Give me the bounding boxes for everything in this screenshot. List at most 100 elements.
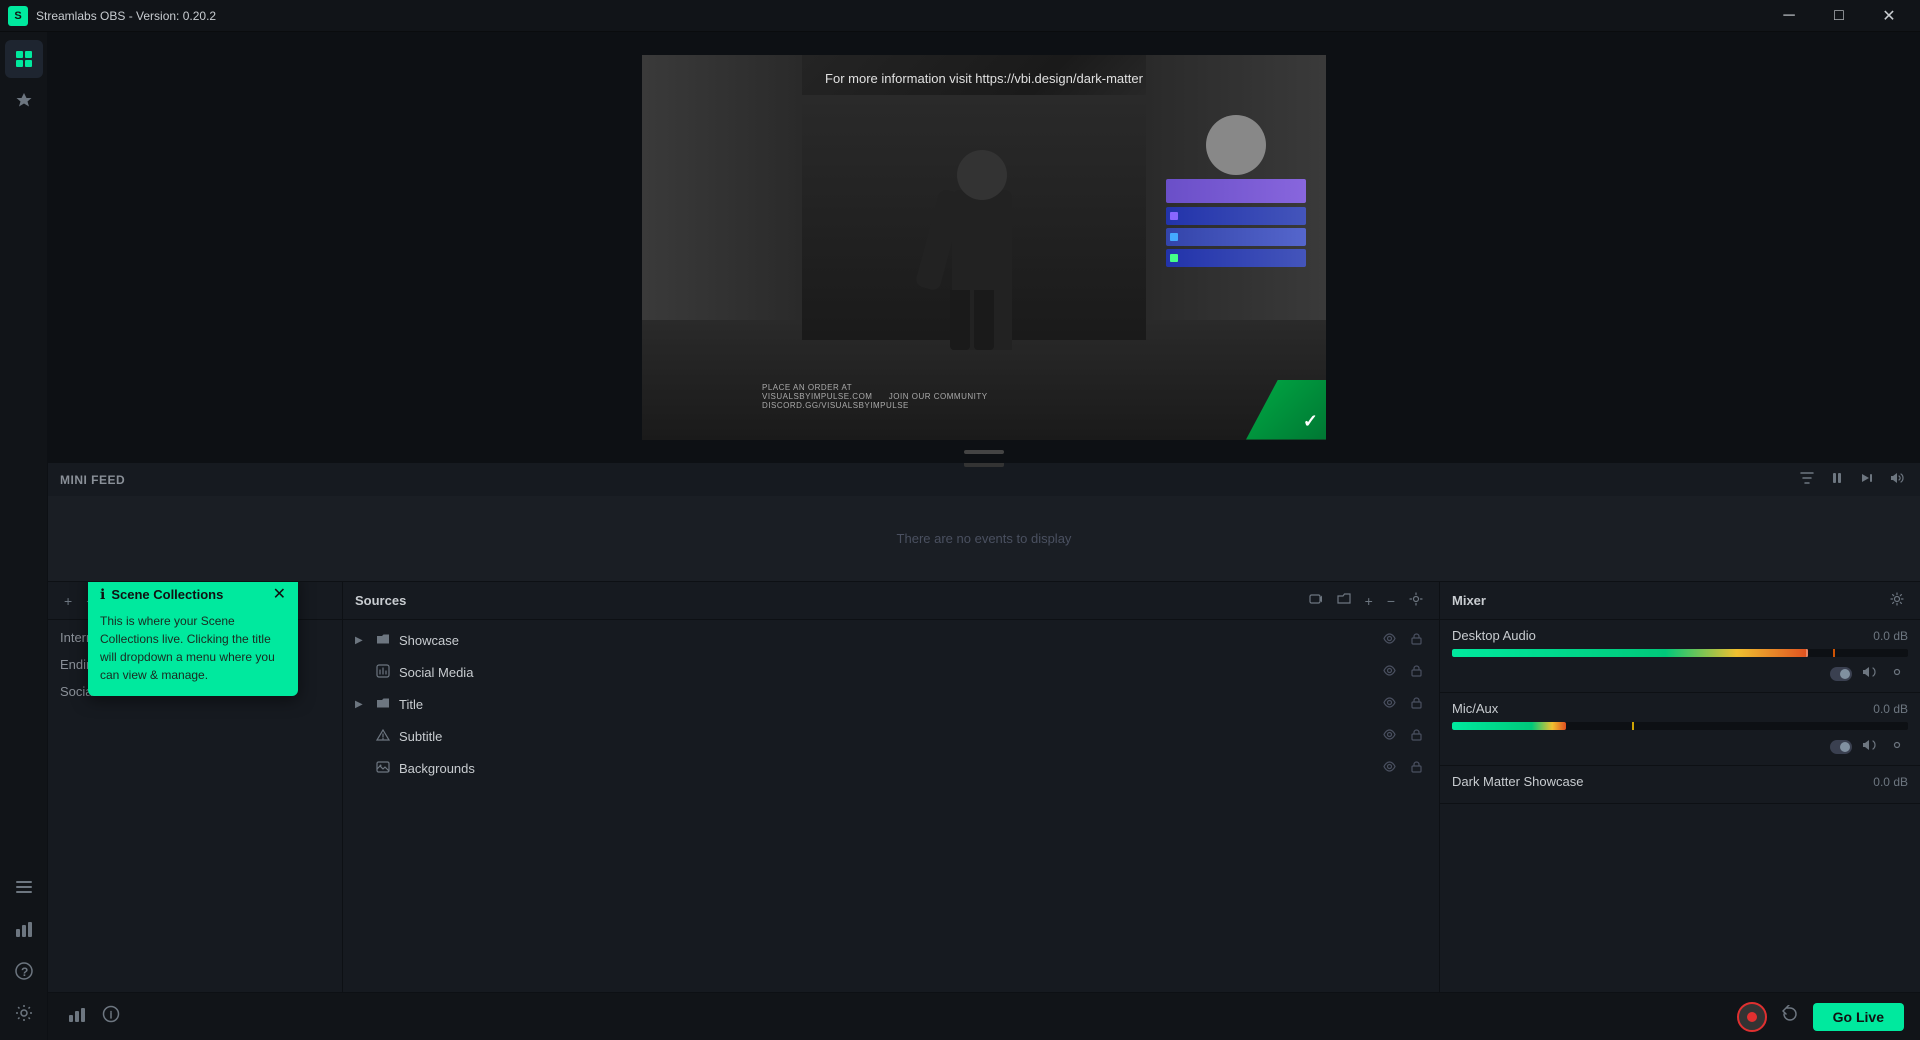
mixer-panel-header: Mixer bbox=[1440, 582, 1920, 620]
source-visibility-button[interactable] bbox=[1379, 758, 1400, 778]
mixer-item-header: Mic/Aux 0.0 dB bbox=[1452, 701, 1908, 716]
preview-background: For more information visit https://vbi.d… bbox=[642, 55, 1326, 440]
sidebar-item-scenes[interactable] bbox=[5, 868, 43, 906]
source-folder-icon bbox=[375, 697, 391, 712]
record-indicator bbox=[1747, 1012, 1757, 1022]
mixer-channel-name: Desktop Audio bbox=[1452, 628, 1536, 643]
source-actions bbox=[1379, 694, 1427, 714]
mixer-toggle[interactable] bbox=[1830, 667, 1852, 681]
source-alert-icon bbox=[375, 728, 391, 745]
sidebar-item-help[interactable]: ? bbox=[5, 952, 43, 990]
mini-feed-pause-button[interactable] bbox=[1826, 469, 1848, 490]
preview-area: For more information visit https://vbi.d… bbox=[48, 32, 1920, 462]
mixer-bar-container bbox=[1452, 722, 1908, 730]
mixer-panel: Mixer Desktop Audio 0.0 dB bbox=[1440, 582, 1920, 1040]
mixer-item-header: Desktop Audio 0.0 dB bbox=[1452, 628, 1908, 643]
tooltip-close-button[interactable]: ✕ bbox=[273, 584, 286, 604]
mixer-settings-channel-button[interactable] bbox=[1886, 663, 1908, 684]
stats-chart-button[interactable] bbox=[64, 1001, 90, 1032]
bottom-section: Mini Feed bbox=[48, 462, 1920, 1040]
sidebar-item-settings[interactable] bbox=[5, 994, 43, 1032]
sidebar-item-themes[interactable] bbox=[5, 82, 43, 120]
mixer-mute-button[interactable] bbox=[1858, 736, 1880, 757]
mixer-channel-desktop-audio: Desktop Audio 0.0 dB bbox=[1440, 620, 1920, 693]
mini-feed-skip-button[interactable] bbox=[1856, 469, 1878, 490]
source-folder-icon bbox=[375, 633, 391, 648]
mixer-controls bbox=[1452, 663, 1908, 684]
source-lock-button[interactable] bbox=[1406, 694, 1427, 714]
mixer-bar-fill bbox=[1452, 722, 1566, 730]
tooltip-title: Scene Collections bbox=[111, 587, 223, 602]
source-item-subtitle[interactable]: Subtitle bbox=[343, 720, 1439, 752]
overlay-stat-bar-2 bbox=[1166, 228, 1306, 246]
info-icon: ℹ bbox=[100, 586, 105, 603]
preview-info-text: For more information visit https://vbi.d… bbox=[642, 71, 1326, 86]
source-lock-button[interactable] bbox=[1406, 726, 1427, 746]
undo-button[interactable] bbox=[1777, 1001, 1803, 1032]
sidebar-item-home[interactable] bbox=[5, 40, 43, 78]
close-button[interactable]: ✕ bbox=[1866, 0, 1912, 32]
sidebar-item-stats[interactable] bbox=[5, 910, 43, 948]
mixer-item-header: Dark Matter Showcase 0.0 dB bbox=[1452, 774, 1908, 789]
mini-feed-title: Mini Feed bbox=[60, 473, 125, 487]
source-name: Subtitle bbox=[399, 729, 1371, 744]
source-visibility-button[interactable] bbox=[1379, 630, 1400, 650]
mini-feed-drag-handle[interactable] bbox=[964, 463, 1004, 467]
source-lock-button[interactable] bbox=[1406, 662, 1427, 682]
add-source-button[interactable]: + bbox=[1361, 590, 1377, 611]
mixer-channel-name: Dark Matter Showcase bbox=[1452, 774, 1584, 789]
source-name: Showcase bbox=[399, 633, 1371, 648]
sources-camera-button[interactable] bbox=[1305, 590, 1327, 611]
sources-list: ▶ Showcase bbox=[343, 620, 1439, 788]
go-live-button[interactable]: Go Live bbox=[1813, 1003, 1904, 1031]
titlebar: S Streamlabs OBS - Version: 0.20.2 ─ □ ✕ bbox=[0, 0, 1920, 32]
source-visibility-button[interactable] bbox=[1379, 662, 1400, 682]
info-button[interactable] bbox=[98, 1001, 124, 1032]
add-scene-button[interactable]: + bbox=[60, 590, 76, 611]
mini-feed-volume-button[interactable] bbox=[1886, 469, 1908, 490]
source-actions bbox=[1379, 726, 1427, 746]
tooltip-header: ℹ Scene Collections ✕ bbox=[100, 584, 286, 604]
sources-panel-title: Sources bbox=[355, 593, 406, 608]
source-visibility-button[interactable] bbox=[1379, 726, 1400, 746]
maximize-button[interactable]: □ bbox=[1816, 0, 1862, 32]
preview-canvas: For more information visit https://vbi.d… bbox=[642, 55, 1326, 440]
svg-text:?: ? bbox=[21, 965, 28, 979]
scenes-panel: ℹ Scene Collections ✕ This is where your… bbox=[48, 582, 343, 1040]
mini-feed-section: Mini Feed bbox=[48, 462, 1920, 582]
source-item-social-media[interactable]: Social Media bbox=[343, 656, 1439, 688]
source-expand-icon: ▶ bbox=[355, 635, 367, 646]
bottom-bar: Go Live bbox=[48, 992, 1920, 1040]
mini-feed-filter-button[interactable] bbox=[1796, 469, 1818, 490]
source-item-backgrounds[interactable]: Backgrounds bbox=[343, 752, 1439, 784]
mixer-channel-dark-matter: Dark Matter Showcase 0.0 dB bbox=[1440, 766, 1920, 804]
mixer-settings-button[interactable] bbox=[1886, 590, 1908, 611]
mixer-channel-db: 0.0 dB bbox=[1873, 775, 1908, 789]
source-visibility-button[interactable] bbox=[1379, 694, 1400, 714]
source-actions bbox=[1379, 662, 1427, 682]
sources-folder-button[interactable] bbox=[1333, 590, 1355, 611]
overlay-stat-bar-1 bbox=[1166, 207, 1306, 225]
tooltip-body: This is where your Scene Collections liv… bbox=[100, 612, 286, 684]
mixer-knob-inner bbox=[1840, 669, 1850, 679]
source-social-icon bbox=[375, 664, 391, 681]
record-button[interactable] bbox=[1737, 1002, 1767, 1032]
mini-feed-header: Mini Feed bbox=[48, 463, 1920, 496]
source-item-title[interactable]: ▶ Title bbox=[343, 688, 1439, 720]
minimize-button[interactable]: ─ bbox=[1766, 0, 1812, 32]
mixer-toggle[interactable] bbox=[1830, 740, 1852, 754]
sources-settings-button[interactable] bbox=[1405, 590, 1427, 611]
mixer-channel-db: 0.0 dB bbox=[1873, 629, 1908, 643]
sources-panel-controls: + − bbox=[1305, 590, 1427, 611]
bottom-bar-left bbox=[64, 1001, 124, 1032]
remove-source-button[interactable]: − bbox=[1383, 590, 1399, 611]
mixer-settings-channel-button[interactable] bbox=[1886, 736, 1908, 757]
source-lock-button[interactable] bbox=[1406, 630, 1427, 650]
overlay-name-bar bbox=[1166, 179, 1306, 203]
preview-handle[interactable] bbox=[964, 450, 1004, 454]
source-item-showcase[interactable]: ▶ Showcase bbox=[343, 624, 1439, 656]
mixer-panel-title: Mixer bbox=[1452, 593, 1486, 608]
mixer-mute-button[interactable] bbox=[1858, 663, 1880, 684]
mixer-controls bbox=[1452, 736, 1908, 757]
source-lock-button[interactable] bbox=[1406, 758, 1427, 778]
